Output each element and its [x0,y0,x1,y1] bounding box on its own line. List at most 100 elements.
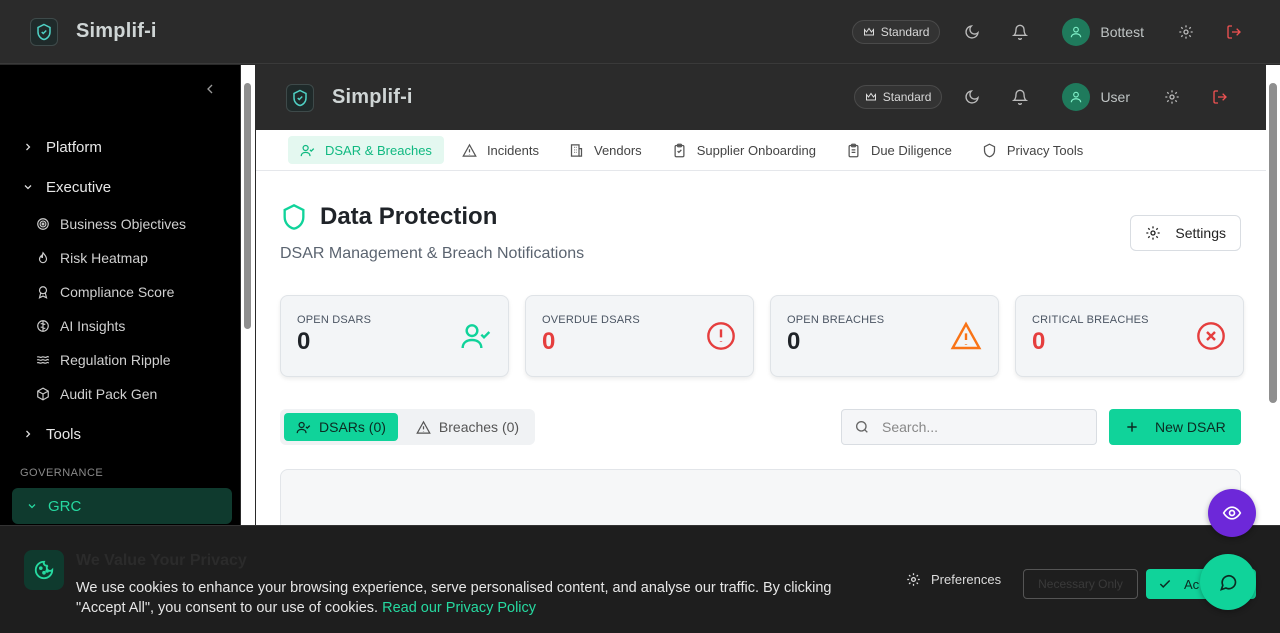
brand[interactable]: Simplif-i [286,83,413,112]
theme-toggle-button[interactable] [956,16,988,48]
new-dsar-button[interactable]: New DSAR [1109,409,1241,445]
sidebar-item-business-objectives[interactable]: Business Objectives [0,207,240,241]
user-menu[interactable]: User [1062,83,1130,111]
building-icon [570,143,583,157]
tab-label: Due Diligence [870,142,952,158]
page-settings-button[interactable]: Settings [1130,215,1241,251]
theme-toggle-button[interactable] [956,81,988,113]
target-icon [37,218,49,230]
necessary-only-button[interactable]: Necessary Only [1023,569,1138,599]
plan-badge[interactable]: Standard [851,20,941,44]
sidebar-group-label: GRC [48,497,82,515]
sidebar-group-executive[interactable]: Executive [0,167,240,207]
brand[interactable]: Simplif-i [30,17,157,46]
gear-icon [1165,90,1179,104]
cookie-banner: We Value Your Privacy We use cookies to … [0,525,1280,633]
chat-button[interactable] [1200,554,1256,610]
plan-label: Standard [882,90,932,104]
moon-icon [965,90,980,104]
sidebar-item-ai-insights[interactable]: AI Insights [0,309,240,343]
tab-dsar-breaches[interactable]: DSAR & Breaches [288,136,444,164]
sidebar-item-label: Audit Pack Gen [60,386,158,402]
sidebar-group-tools[interactable]: Tools [0,414,240,454]
clipboard-icon [674,143,685,157]
cookie-title: We Value Your Privacy [76,552,247,569]
page-title: Data Protection [280,203,584,231]
chevron-down-icon [28,504,36,509]
sidebar-scrollbar[interactable] [241,65,255,525]
logo-icon [30,17,58,46]
preferences-label: Preferences [931,572,1002,587]
stats-row: OPEN DSARS 0 OVERDUE DSARS 0 OPEN BREACH… [280,295,1244,377]
sidebar-item-compliance-score[interactable]: Compliance Score [0,275,240,309]
stat-card-open-dsars: OPEN DSARS 0 [280,295,509,377]
sidebar-group-label: Executive [46,178,112,196]
preferences-button[interactable]: Preferences [906,572,1001,587]
waves-icon [36,355,49,364]
tab-label: Privacy Tools [1006,142,1084,158]
sidebar-item-label: Business Objectives [60,216,187,232]
check-icon [1159,579,1171,588]
user-name: Bottest [1100,24,1144,40]
notifications-button[interactable] [1004,81,1036,113]
alert-triangle-icon [416,420,431,434]
page-title-text: Data Protection [320,203,498,230]
gear-icon [1146,226,1161,240]
scrollbar-thumb[interactable] [1269,83,1277,403]
sidebar: Platform Executive Business Objectives R… [0,65,240,525]
sidebar-group-grc[interactable]: GRC [12,488,232,524]
tab-vendors[interactable]: Vendors [557,136,654,164]
avatar [1062,83,1091,111]
sub-navigation: DSAR & Breaches Incidents Vendors Suppli… [256,130,1266,171]
plan-badge[interactable]: Standard [853,85,943,109]
list-tabs: DSARs (0) Breaches (0) [280,409,536,445]
settings-label: Settings [1175,225,1226,241]
accessibility-button[interactable] [1208,489,1256,537]
brain-icon [37,320,49,332]
chevron-down-icon [24,185,32,190]
privacy-policy-link[interactable]: Read our Privacy Policy [382,600,536,616]
sidebar-group-label: Platform [46,138,102,156]
search-input[interactable]: Search... [841,409,1097,445]
scrollbar-thumb[interactable] [244,83,251,329]
tab-breaches[interactable]: Breaches (0) [404,413,531,441]
gear-icon [907,573,920,586]
page-subtitle: DSAR Management & Breach Notifications [280,245,585,262]
sidebar-item-risk-heatmap[interactable]: Risk Heatmap [0,241,240,275]
plus-icon [1127,422,1137,432]
sidebar-item-regulation-ripple[interactable]: Regulation Ripple [0,343,240,377]
sidebar-item-label: Compliance Score [60,284,175,300]
tab-dsars[interactable]: DSARs (0) [284,413,398,441]
user-menu[interactable]: Bottest [1062,18,1144,46]
tab-label: Supplier Onboarding [696,142,816,158]
sidebar-collapse-button[interactable] [202,81,218,97]
sidebar-item-audit-pack-gen[interactable]: Audit Pack Gen [0,377,240,411]
settings-button[interactable] [1156,81,1188,113]
settings-button[interactable] [1170,16,1202,48]
tab-privacy-tools[interactable]: Privacy Tools [970,136,1095,164]
logout-button[interactable] [1204,81,1236,113]
tab-supplier-onboarding[interactable]: Supplier Onboarding [660,136,828,164]
dsar-list-panel [280,469,1241,525]
search-placeholder: Search... [882,419,939,435]
moon-icon [965,25,980,39]
flame-icon [38,251,48,264]
user-name: User [1100,89,1130,105]
app-header: Simplif-i Standard Bottest [0,0,1280,64]
logout-icon [1227,25,1241,39]
award-icon [38,286,48,299]
logout-button[interactable] [1218,16,1250,48]
page-header: Data Protection DSAR Management & Breach… [280,203,584,263]
sidebar-group-platform[interactable]: Platform [0,127,240,167]
tab-label: DSARs (0) [319,419,386,435]
cookie-icon [24,550,64,590]
crown-icon [865,92,876,101]
avatar [1062,18,1091,46]
user-icon [1071,26,1082,38]
chevron-right-icon [26,430,31,438]
main-content: Simplif-i Standard User DSAR & Breaches … [256,65,1266,525]
tab-incidents[interactable]: Incidents [450,136,551,164]
tab-due-diligence[interactable]: Due Diligence [834,136,964,164]
notifications-button[interactable] [1004,16,1036,48]
main-scrollbar[interactable] [1266,65,1280,525]
